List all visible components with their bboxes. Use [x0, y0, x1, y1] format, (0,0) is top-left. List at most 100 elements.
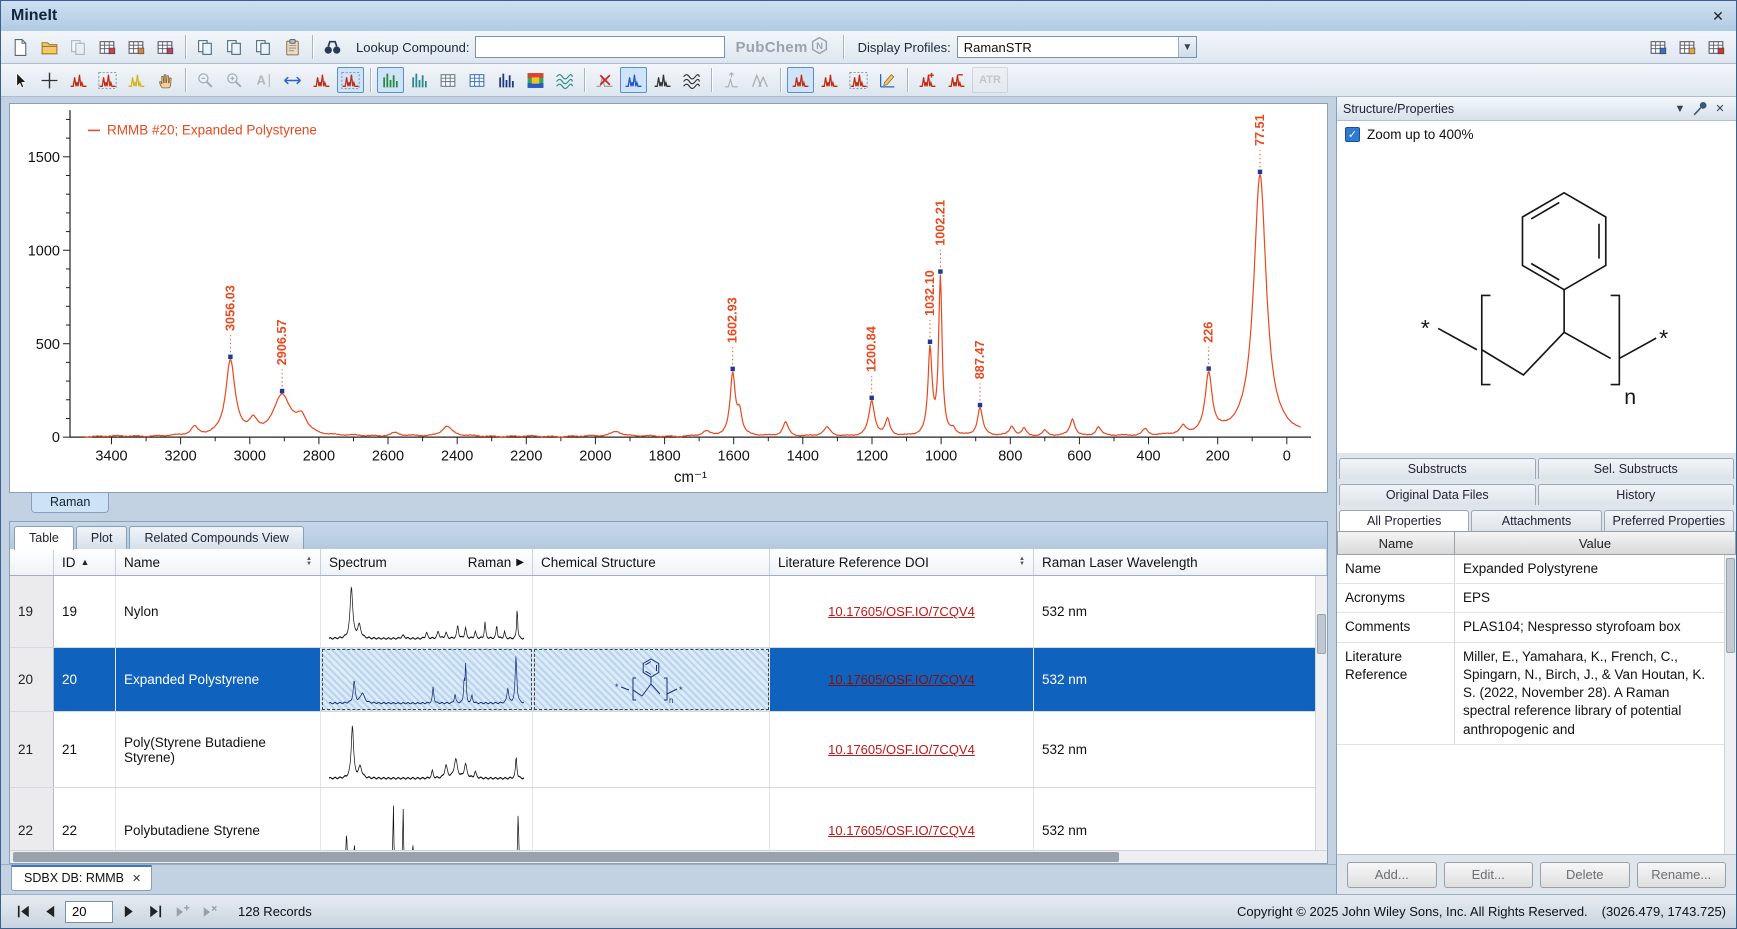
cell-structure[interactable] — [533, 576, 770, 647]
table-export-icon[interactable] — [152, 34, 179, 60]
spectrum-display-1-icon[interactable] — [649, 67, 676, 93]
cell-spectrum[interactable] — [321, 648, 533, 711]
spectrum-display-2-icon[interactable] — [678, 67, 705, 93]
cell-spectrum[interactable] — [321, 576, 533, 647]
delete-button[interactable]: Delete — [1540, 862, 1630, 888]
tick-marks-icon[interactable] — [435, 67, 462, 93]
edit-button[interactable]: Edit... — [1444, 862, 1534, 888]
tab-preferred-properties[interactable]: Preferred Properties — [1604, 510, 1734, 531]
tab-plot[interactable]: Plot — [76, 526, 128, 549]
atr-correction-button[interactable]: ATR — [972, 67, 1008, 93]
remove-peak-icon[interactable] — [943, 67, 970, 93]
copy-icon[interactable] — [192, 34, 219, 60]
scrollbar-thumb[interactable] — [1726, 558, 1735, 653]
grid-display-icon[interactable] — [377, 67, 404, 93]
compare-peaks-icon[interactable] — [747, 67, 774, 93]
table-horizontal-scrollbar[interactable] — [10, 850, 1327, 863]
property-row[interactable]: Acronyms EPS — [1337, 584, 1724, 613]
last-record-button[interactable] — [143, 901, 167, 923]
property-row[interactable]: Name Expanded Polystyrene — [1337, 555, 1724, 584]
highlighter-tool-icon[interactable] — [123, 67, 150, 93]
baseline-edit-icon[interactable] — [874, 67, 901, 93]
offset-spectra-icon[interactable] — [718, 67, 745, 93]
cell-structure[interactable]: * * n — [533, 648, 770, 711]
zoom-out-icon[interactable] — [192, 67, 219, 93]
grid-header-value[interactable]: Value — [1455, 531, 1736, 555]
pan-hand-icon[interactable] — [152, 67, 179, 93]
column-header-id[interactable]: ID ▲ — [54, 549, 116, 575]
tab-related-compounds-view[interactable]: Related Compounds View — [129, 526, 303, 549]
doi-link[interactable]: 10.17605/OSF.IO/7CQV4 — [828, 742, 975, 757]
new-document-icon[interactable] — [7, 34, 34, 60]
delete-record-button[interactable] — [197, 901, 221, 923]
rename-button[interactable]: Rename... — [1637, 862, 1727, 888]
doi-link[interactable]: 10.17605/OSF.IO/7CQV4 — [828, 823, 975, 838]
axes-display-icon[interactable] — [406, 67, 433, 93]
table-row[interactable]: 21 21 Poly(Styrene Butadiene Styrene) 10… — [10, 712, 1327, 788]
annotate-text-icon[interactable]: A — [250, 67, 277, 93]
column-header-doi[interactable]: Literature Reference DOI ▲▼ — [770, 549, 1034, 575]
sort-ascending-icon[interactable]: ▲ — [81, 557, 90, 567]
peak-labels-icon[interactable] — [337, 67, 364, 93]
scrollbar-thumb[interactable] — [1317, 614, 1326, 654]
paste-icon[interactable] — [279, 34, 306, 60]
table-row-selected[interactable]: 20 20 Expanded Polystyrene — [10, 648, 1327, 712]
table-add-icon[interactable] — [94, 34, 121, 60]
crosshair-tool-icon[interactable] — [36, 67, 63, 93]
peak-pick-tool-icon[interactable] — [65, 67, 92, 93]
full-scale-x-icon[interactable] — [279, 67, 306, 93]
major-peaks-icon[interactable] — [816, 67, 843, 93]
new-record-button[interactable] — [170, 901, 194, 923]
grid-header-name[interactable]: Name — [1337, 531, 1455, 555]
record-number-input[interactable] — [65, 901, 113, 923]
property-row[interactable]: Comments PLAS104; Nespresso styrofoam bo… — [1337, 613, 1724, 642]
lookup-compound-input[interactable] — [475, 36, 725, 58]
window-close-button[interactable]: ✕ — [1702, 4, 1734, 28]
doi-link[interactable]: 10.17605/OSF.IO/7CQV4 — [828, 604, 975, 619]
close-tab-icon[interactable]: ✕ — [132, 872, 141, 885]
region-select-tool-icon[interactable] — [94, 67, 121, 93]
add-button[interactable]: Add... — [1347, 862, 1437, 888]
expand-column-icon[interactable]: ▶ — [516, 557, 524, 568]
raman-spectrum-chart[interactable]: 3400320030002800260024002200200018001600… — [9, 103, 1328, 493]
panel-close-icon[interactable]: ✕ — [1710, 100, 1730, 118]
column-header-spectrum[interactable]: Spectrum Raman ▶ — [321, 549, 533, 575]
tab-sel-substructs[interactable]: Sel. Substructs — [1538, 458, 1735, 479]
copy-spectrum-icon[interactable] — [250, 34, 277, 60]
cell-structure[interactable] — [533, 712, 770, 787]
tab-all-properties[interactable]: All Properties — [1339, 510, 1469, 531]
table-vertical-scrollbar[interactable] — [1315, 576, 1327, 850]
tab-table[interactable]: Table — [14, 526, 74, 550]
table-row[interactable]: 22 22 Polybutadiene Styrene 10.17605/OSF… — [10, 788, 1327, 850]
select-cursor-icon[interactable] — [7, 67, 34, 93]
add-peak-icon[interactable] — [914, 67, 941, 93]
show-spectrum-icon[interactable] — [620, 67, 647, 93]
scrollbar-thumb[interactable] — [13, 852, 1119, 862]
threshold-peaks-icon[interactable] — [845, 67, 872, 93]
table-row[interactable]: 19 19 Nylon 10.17605/OSF.IO/7CQV4 532 nm — [10, 576, 1327, 648]
tab-raman[interactable]: Raman — [31, 493, 109, 513]
cell-spectrum[interactable] — [321, 788, 533, 850]
column-header-name[interactable]: Name ▲▼ — [116, 549, 321, 575]
tab-substructs[interactable]: Substructs — [1339, 458, 1536, 479]
zoom-checkbox[interactable]: ✓ — [1345, 127, 1360, 142]
tab-history[interactable]: History — [1538, 484, 1735, 505]
table-view-icon[interactable] — [1645, 34, 1672, 60]
overlay-view-icon[interactable] — [551, 67, 578, 93]
find-compound-icon[interactable] — [319, 34, 346, 60]
cell-structure[interactable] — [533, 788, 770, 850]
heatmap-view-icon[interactable] — [522, 67, 549, 93]
structure-drawing[interactable]: * * n — [1345, 142, 1728, 447]
sort-toggle-icon[interactable]: ▲▼ — [306, 557, 312, 567]
tab-attachments[interactable]: Attachments — [1471, 510, 1601, 531]
table-transfer-icon[interactable] — [123, 34, 150, 60]
first-record-button[interactable] — [11, 901, 35, 923]
chevron-down-icon[interactable]: ▼ — [1178, 37, 1196, 57]
property-row[interactable]: Literature Reference Miller, E., Yamahar… — [1337, 643, 1724, 745]
open-file-icon[interactable] — [36, 34, 63, 60]
hide-spectrum-icon[interactable] — [591, 67, 618, 93]
pin-icon[interactable] — [1690, 100, 1710, 118]
peaks-display-icon[interactable] — [308, 67, 335, 93]
table-structure-view-icon[interactable] — [1674, 34, 1701, 60]
panel-menu-icon[interactable]: ▼ — [1670, 100, 1690, 118]
